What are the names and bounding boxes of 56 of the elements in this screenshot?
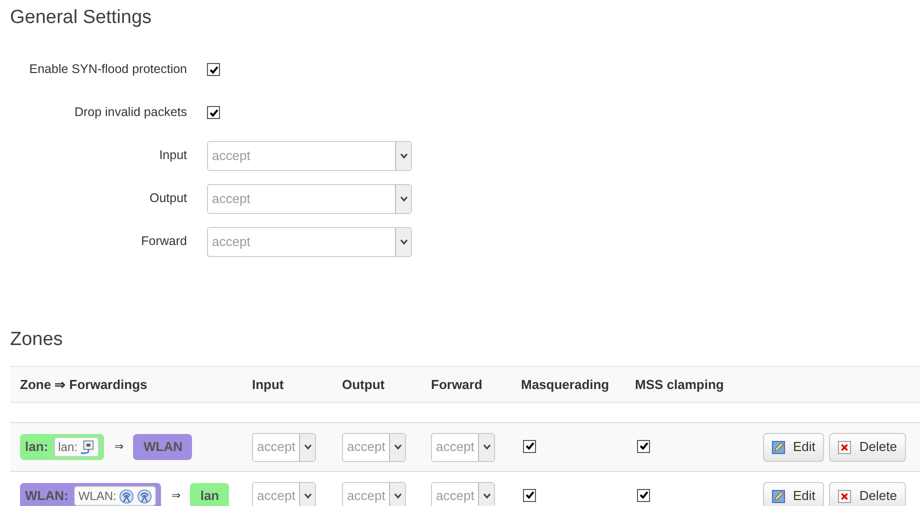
select-field[interactable]: accept bbox=[207, 140, 412, 170]
wireless-icon bbox=[137, 488, 152, 504]
select-field[interactable]: accept bbox=[207, 226, 412, 256]
network-label: lan: bbox=[58, 439, 78, 456]
caret-icon bbox=[304, 493, 312, 499]
caret-icon bbox=[304, 444, 312, 450]
pencil-icon bbox=[772, 490, 785, 502]
field-label: Forward bbox=[140, 233, 187, 250]
zone-name: lan: bbox=[25, 438, 48, 456]
network-label: WLAN: bbox=[78, 488, 116, 505]
select-field[interactable]: accept bbox=[252, 432, 316, 462]
select-field[interactable]: accept bbox=[207, 184, 412, 214]
zone-badge: WLAN bbox=[133, 434, 192, 460]
delete-icon bbox=[838, 490, 852, 502]
section-title: General Settings bbox=[9, 6, 153, 30]
checkbox[interactable] bbox=[207, 106, 220, 119]
field-label: Drop invalid packets bbox=[73, 104, 187, 122]
select-field[interactable]: accept bbox=[252, 482, 316, 506]
delete-button[interactable]: Delete bbox=[829, 482, 906, 506]
column-header: Masquerading bbox=[521, 376, 610, 394]
caret-icon bbox=[482, 444, 491, 450]
caret-icon bbox=[394, 493, 402, 499]
field-label: Enable SYN-flood protection bbox=[28, 61, 187, 78]
checkbox[interactable] bbox=[637, 488, 650, 502]
checkbox[interactable] bbox=[207, 63, 220, 76]
delete-icon bbox=[838, 440, 852, 454]
column-header: Input bbox=[252, 376, 285, 394]
checkbox[interactable] bbox=[523, 440, 536, 452]
arrow-symbol: ⇒ bbox=[114, 440, 124, 455]
arrow-symbol: ⇒ bbox=[171, 488, 180, 504]
select-field[interactable]: accept bbox=[431, 482, 495, 506]
section-title: Zones bbox=[9, 328, 64, 352]
caret-icon bbox=[400, 152, 408, 158]
field-label: Output bbox=[148, 190, 187, 208]
wireless-icon bbox=[119, 488, 134, 504]
checkbox[interactable] bbox=[637, 440, 650, 452]
edit-button[interactable]: Edit bbox=[763, 482, 824, 506]
zone-badge: lan bbox=[190, 483, 230, 506]
pencil-icon bbox=[772, 440, 785, 454]
caret-icon bbox=[394, 444, 402, 450]
column-header: Zone ⇒ Forwardings bbox=[19, 376, 148, 394]
caret-icon bbox=[400, 238, 408, 244]
column-header: Output bbox=[342, 376, 386, 394]
zone-name: WLAN: bbox=[25, 487, 68, 506]
field-label: Input bbox=[158, 147, 187, 164]
column-header: MSS clamping bbox=[635, 376, 725, 394]
select-field[interactable]: accept bbox=[342, 482, 406, 506]
column-header: Forward bbox=[431, 376, 484, 394]
caret-icon bbox=[482, 493, 491, 499]
network-port-icon bbox=[80, 440, 96, 454]
caret-icon bbox=[400, 196, 408, 202]
delete-button[interactable]: Delete bbox=[829, 432, 906, 462]
checkbox[interactable] bbox=[523, 488, 536, 502]
edit-button[interactable]: Edit bbox=[763, 432, 824, 462]
select-field[interactable]: accept bbox=[342, 432, 406, 462]
select-field[interactable]: accept bbox=[431, 432, 495, 462]
